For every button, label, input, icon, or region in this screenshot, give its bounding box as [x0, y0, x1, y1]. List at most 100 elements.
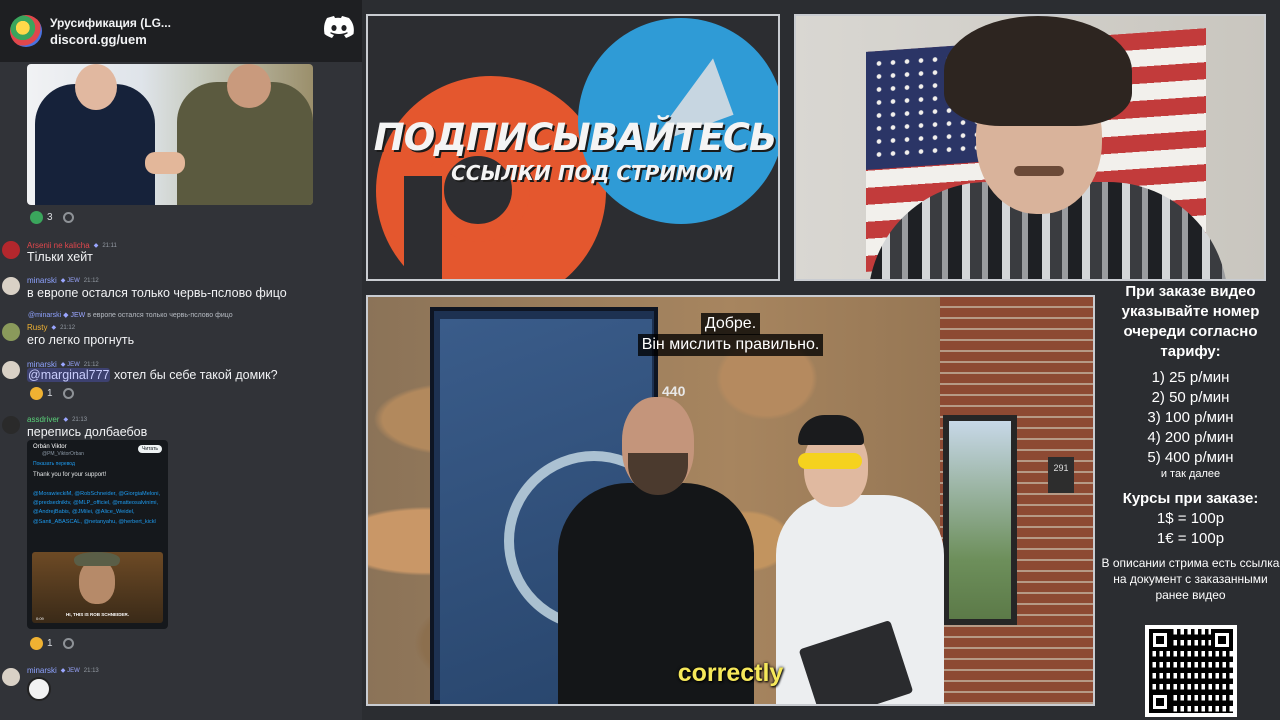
add-reaction-icon[interactable] — [62, 638, 74, 649]
reaction-count: 1 — [47, 388, 53, 399]
timestamp: 21:12 — [60, 324, 76, 331]
tariff-item: 5) 400 р/мин — [1147, 449, 1234, 466]
timestamp: 21:12 — [83, 361, 99, 368]
reply-preview[interactable]: @minarski ◆ JEW в европе остался только … — [28, 311, 233, 319]
reaction-emoji-icon — [30, 387, 43, 400]
reaction-pill[interactable]: 1 — [30, 387, 74, 400]
user-badge-icon: ◆ — [63, 417, 69, 423]
subtitle-line-2: Він мислить правильно. — [637, 334, 824, 356]
timestamp: 21:13 — [83, 667, 99, 674]
tariff-item: 3) 100 р/мин — [1147, 409, 1234, 426]
reaction-emoji-icon — [30, 637, 43, 650]
username[interactable]: assdriver — [27, 415, 59, 424]
tweet-video: HI, THIS IS ROB SCHNEIDER. 0:09 — [32, 552, 163, 623]
patreon-logo-stem — [404, 176, 442, 279]
reaction-pill[interactable]: 3 — [30, 211, 74, 224]
qr-code[interactable] — [1145, 625, 1237, 717]
tweet-author: Orbán Viktor — [33, 444, 67, 450]
yellow-sunglasses — [798, 453, 862, 469]
tariff-item: 1) 25 р/мин — [1151, 369, 1230, 386]
timestamp: 21:12 — [83, 277, 99, 284]
discord-chat-panel: Урусификация (LG... discord.gg/uem 3 Ars… — [0, 0, 362, 720]
user-badge-icon: ◆ — [93, 243, 99, 249]
message-text: его легко прогнуть — [27, 333, 135, 347]
tariff-item: 2) 50 р/мин — [1151, 389, 1230, 406]
description-note: В описании стрима есть ссылка на докумен… — [1101, 556, 1280, 602]
user-badge: ◆ JEW — [60, 362, 80, 368]
add-reaction-icon[interactable] — [62, 388, 74, 399]
streamer-mustache — [1014, 166, 1064, 176]
message-header: minarski ◆ JEW 21:13 — [27, 666, 99, 675]
subtitle-line-2-wrap: Він мислить правильно. — [368, 334, 1093, 356]
tariff-item: 4) 200 р/мин — [1147, 429, 1234, 446]
message-header: minarski ◆ JEW 21:12 — [27, 276, 99, 285]
user-mention[interactable]: @marginal777 — [27, 368, 111, 382]
rates-heading: Курсы при заказе: — [1122, 490, 1259, 507]
tweet-translate-link: Показать перевод — [33, 461, 75, 467]
message-header: Rusty ◆ 21:12 — [27, 323, 75, 332]
video-duration: 0:09 — [36, 616, 44, 621]
server-name: Урусификация (LG... — [50, 15, 171, 30]
add-reaction-icon[interactable] — [62, 212, 74, 223]
order-heading: При заказе видео указывайте номер очеред… — [1121, 283, 1260, 360]
message-header: assdriver ◆ 21:13 — [27, 415, 87, 424]
avatar[interactable] — [2, 416, 20, 434]
promo-subtitle: ССЫЛКИ ПОД СТРИМОМ — [451, 161, 733, 185]
tweet-handle: @PM_ViktorOrban — [42, 451, 84, 457]
timestamp: 21:13 — [72, 416, 88, 423]
avatar[interactable] — [2, 323, 20, 341]
chat-image-handshake[interactable] — [27, 64, 313, 205]
invite-link[interactable]: discord.gg/uem — [50, 32, 171, 47]
username[interactable]: minarski — [27, 666, 57, 675]
stream-layout: Урусификация (LG... discord.gg/uem 3 Ars… — [0, 0, 1280, 720]
promo-banner: ПОДПИСЫВАЙТЕСЬ ССЫЛКИ ПОД СТРИМОМ — [366, 14, 780, 281]
user-badge: ◆ JEW — [60, 668, 80, 674]
tweet-mentions: @MorawieckiM, @RobSchneider, @GiorgiaMel… — [33, 491, 161, 525]
soldier-figure-head — [227, 64, 271, 108]
avatar[interactable] — [2, 361, 20, 379]
video-caption: HI, THIS IS ROB SCHNEIDER. — [65, 612, 129, 617]
discord-invite-banner[interactable]: Урусификация (LG... discord.gg/uem — [0, 0, 362, 62]
building-window — [943, 415, 1017, 625]
reaction-emoji-icon — [30, 211, 43, 224]
username[interactable]: Rusty — [27, 323, 47, 332]
streamer-hair — [944, 16, 1132, 126]
avatar[interactable] — [2, 668, 20, 686]
tariff-list: 1) 25 р/мин 2) 50 р/мин 3) 100 р/мин 4) … — [1101, 368, 1280, 468]
message-header: Arsenii ne kalicha ◆ 21:11 — [27, 241, 117, 250]
suit-figure-head — [75, 64, 117, 110]
username[interactable]: Arsenii ne kalicha — [27, 241, 90, 250]
username[interactable]: minarski — [27, 276, 57, 285]
video-face — [79, 560, 115, 604]
avatar[interactable] — [2, 241, 20, 259]
qr-finder — [1149, 691, 1171, 713]
tweet-follow-button: Читать — [138, 445, 162, 453]
reaction-count: 1 — [47, 638, 53, 649]
video-caption: correctly — [677, 659, 784, 687]
rate-item: 1$ = 100р — [1156, 510, 1225, 527]
order-info-panel: При заказе видео указывайте номер очеред… — [1101, 282, 1280, 720]
discord-logo-icon — [324, 16, 354, 38]
reaction-pill[interactable]: 1 — [30, 637, 74, 650]
timestamp: 21:11 — [102, 242, 117, 249]
server-icon — [10, 15, 42, 47]
user-badge: ◆ JEW — [60, 278, 80, 284]
qr-finder — [1149, 629, 1171, 651]
tweet-body: Thank you for your support! — [33, 472, 107, 478]
building-number-plaque: 291 — [1048, 457, 1074, 493]
subtitle-line-1: Добре. — [700, 313, 761, 335]
qr-finder — [1211, 629, 1233, 651]
emoji-sticker-icon — [27, 677, 51, 701]
reaction-count: 3 — [47, 212, 53, 223]
tariff-etc: и так далее — [1160, 468, 1221, 480]
streamer-webcam — [794, 14, 1266, 281]
message-text: в европе остался только червь-пслово фиц… — [27, 286, 287, 300]
main-video-player[interactable]: 291 440 Добре. Він мислить правильно. co… — [366, 295, 1095, 706]
rate-item: 1€ = 100р — [1156, 530, 1225, 547]
message-text: Тільки хейт — [27, 250, 93, 264]
message-text: @marginal777 хотел бы себе такой домик? — [27, 368, 278, 382]
video-hat — [74, 552, 120, 566]
subtitle-line-1-wrap: Добре. — [368, 313, 1093, 335]
embedded-tweet-image[interactable]: Orbán Viktor @PM_ViktorOrban Читать Пока… — [27, 440, 168, 629]
avatar[interactable] — [2, 277, 20, 295]
